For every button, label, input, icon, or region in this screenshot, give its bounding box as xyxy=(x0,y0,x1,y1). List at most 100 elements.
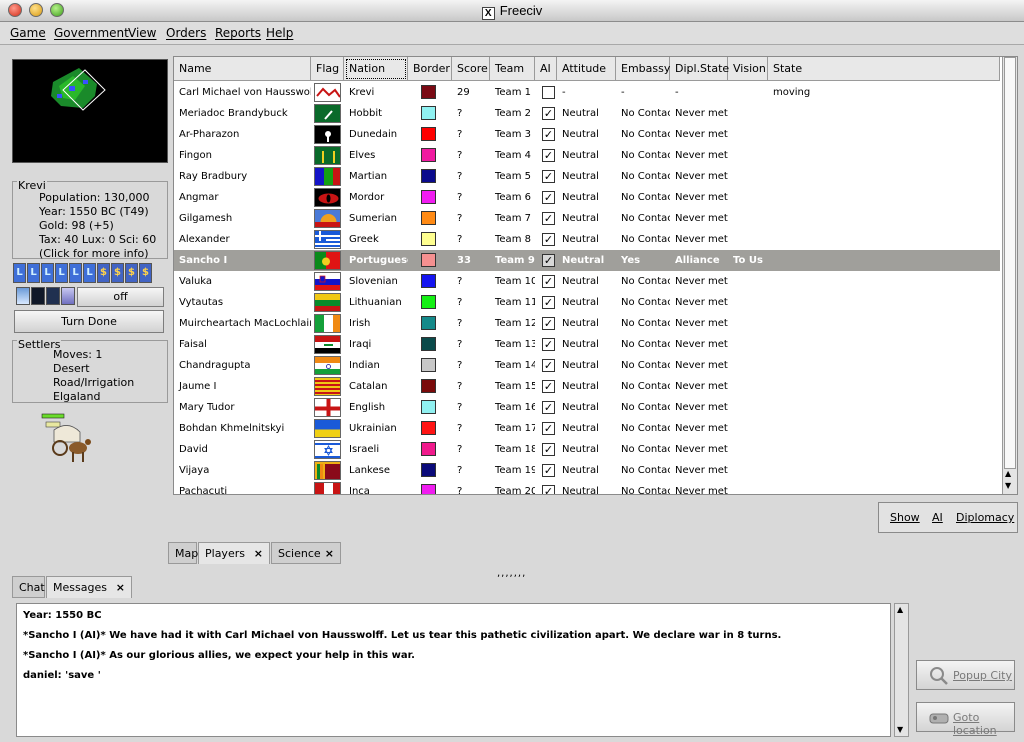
players-scrollbar-thumb[interactable] xyxy=(1004,57,1016,469)
luxury-rate-icon[interactable]: L xyxy=(41,263,54,283)
luxury-rate-icon[interactable]: L xyxy=(69,263,82,283)
column-header-state[interactable]: State xyxy=(768,57,1000,81)
column-header-vision[interactable]: Vision xyxy=(728,57,768,81)
table-row[interactable]: Vytautas Lithuanian? Team 11 ✓ Neutral No Con… xyxy=(174,292,1000,313)
ai-checkbox[interactable] xyxy=(542,86,555,99)
ai-checkbox[interactable]: ✓ xyxy=(542,422,555,435)
settlers-unit-icon[interactable] xyxy=(40,412,96,468)
players-table[interactable]: Name Flag Nation Border Score Team AI At… xyxy=(173,56,1018,495)
luxury-rate-icon[interactable]: L xyxy=(83,263,96,283)
goto-location-button[interactable]: Goto location xyxy=(916,702,1015,737)
ai-checkbox[interactable]: ✓ xyxy=(542,128,555,141)
pane-resize-handle[interactable]: ,,,,,,, xyxy=(497,568,526,579)
table-row[interactable]: Alexander Greek? Team 8 ✓ Neutral No Contact N… xyxy=(174,229,1000,250)
column-header-flag[interactable]: Flag xyxy=(311,57,344,81)
column-header-embassy[interactable]: Embassy xyxy=(616,57,670,81)
close-tab-icon[interactable]: × xyxy=(116,577,125,599)
table-row[interactable]: Gilgamesh Sumerian? Team 7 ✓ Neutral No Conta… xyxy=(174,208,1000,229)
scroll-up-arrow-icon[interactable]: ▲ xyxy=(1005,469,1011,478)
scroll-up-arrow-icon[interactable]: ▲ xyxy=(897,605,903,614)
tab-messages[interactable]: Messages × xyxy=(46,576,132,598)
column-header-ai[interactable]: AI xyxy=(535,57,557,81)
scroll-down-arrow-icon[interactable]: ▼ xyxy=(897,725,903,734)
table-row[interactable]: Pachacuti Inca? Team 20 ✓ Neutral No Contact N… xyxy=(174,481,1000,494)
ai-checkbox[interactable]: ✓ xyxy=(542,107,555,120)
table-row[interactable]: Muircheartach MacLochlainn Irish? Team 12 ✓… xyxy=(174,313,1000,334)
tax-rate-icon[interactable]: $ xyxy=(111,263,124,283)
ai-checkbox[interactable]: ✓ xyxy=(542,254,555,267)
column-header-score[interactable]: Score xyxy=(452,57,490,81)
column-header-attitude[interactable]: Attitude xyxy=(557,57,616,81)
column-header-dipl-state[interactable]: Dipl.State xyxy=(670,57,729,81)
popup-city-button[interactable]: Popup City xyxy=(916,660,1015,690)
messages-scrollbar[interactable]: ▲ ▼ xyxy=(894,603,909,737)
ai-checkbox[interactable]: ✓ xyxy=(542,170,555,183)
ai-checkbox[interactable]: ✓ xyxy=(542,317,555,330)
close-tab-icon[interactable]: × xyxy=(325,543,334,565)
ai-checkbox[interactable]: ✓ xyxy=(542,296,555,309)
messages-log[interactable]: Year: 1550 BC *Sancho I (AI)* We have ha… xyxy=(16,603,891,737)
nation-info-box[interactable]: Krevi Population: 130,000 Year: 1550 BC … xyxy=(12,179,168,260)
ai-checkbox[interactable]: ✓ xyxy=(542,233,555,246)
table-row[interactable]: Carl Michael von Hausswolff Krevi 29 Team 1… xyxy=(174,82,1000,103)
table-row[interactable]: Ar-Pharazon Dunedain? Team 3 ✓ Neutral No Con… xyxy=(174,124,1000,145)
show-button[interactable]: Show xyxy=(890,511,920,524)
column-header-name[interactable]: Name xyxy=(174,57,311,81)
tab-players[interactable]: Players × xyxy=(198,542,270,564)
table-row[interactable]: Sancho I Portuguese 33 Team 9 ✓ Neutral Yes All… xyxy=(174,250,1000,271)
player-state xyxy=(768,292,1000,313)
luxury-rate-icon[interactable]: L xyxy=(13,263,26,283)
unit-info-box: Settlers Moves: 1 Desert Road/Irrigation… xyxy=(12,338,168,403)
menu-reports[interactable]: Reports xyxy=(215,26,261,40)
player-state xyxy=(768,313,1000,334)
ai-button[interactable]: AI xyxy=(932,511,943,524)
overview-minimap[interactable] xyxy=(12,59,168,163)
menu-orders[interactable]: Orders xyxy=(166,26,206,40)
tax-rate-icons[interactable]: L L L L L L $ $ $ $ xyxy=(13,263,152,284)
tax-rate-icon[interactable]: $ xyxy=(97,263,110,283)
ai-checkbox[interactable]: ✓ xyxy=(542,443,555,456)
table-row[interactable]: Angmar Mordor? Team 6 ✓ Neutral No Contact Nev… xyxy=(174,187,1000,208)
table-row[interactable]: Meriadoc Brandybuck Hobbit? Team 2 ✓ Neutral… xyxy=(174,103,1000,124)
tab-chat[interactable]: Chat xyxy=(12,576,45,598)
luxury-rate-icon[interactable]: L xyxy=(27,263,40,283)
table-row[interactable]: David Israeli? Team 18 ✓ Neutral No Contact Ne… xyxy=(174,439,1000,460)
ai-checkbox[interactable]: ✓ xyxy=(542,191,555,204)
tab-map[interactable]: Map xyxy=(168,542,198,564)
players-scrollbar[interactable]: ▲ ▼ xyxy=(1002,57,1017,494)
diplomacy-button[interactable]: Diplomacy xyxy=(956,511,1014,524)
table-row[interactable]: Bohdan Khmelnitskyi Ukrainian? Team 17 ✓ Neu… xyxy=(174,418,1000,439)
ai-checkbox[interactable]: ✓ xyxy=(542,380,555,393)
table-row[interactable]: Mary Tudor English? Team 16 ✓ Neutral No Cont… xyxy=(174,397,1000,418)
scroll-down-arrow-icon[interactable]: ▼ xyxy=(1005,481,1011,490)
close-tab-icon[interactable]: × xyxy=(254,543,263,565)
column-header-border[interactable]: Border xyxy=(408,57,452,81)
ai-checkbox[interactable]: ✓ xyxy=(542,359,555,372)
ai-checkbox[interactable]: ✓ xyxy=(542,401,555,414)
table-row[interactable]: Vijaya Lankese? Team 19 ✓ Neutral No Contact N… xyxy=(174,460,1000,481)
menu-view[interactable]: View xyxy=(128,26,156,40)
tab-science[interactable]: Science × xyxy=(271,542,341,564)
table-row[interactable]: Jaume I Catalan? Team 15 ✓ Neutral No Contact… xyxy=(174,376,1000,397)
ai-checkbox[interactable]: ✓ xyxy=(542,338,555,351)
tax-rate-icon[interactable]: $ xyxy=(125,263,138,283)
column-header-nation[interactable]: Nation xyxy=(344,57,408,81)
timeout-toggle[interactable]: off xyxy=(77,287,164,307)
table-row[interactable]: Faisal Iraqi? Team 13 ✓ Neutral No Contact Nev… xyxy=(174,334,1000,355)
table-row[interactable]: Ray Bradbury Martian? Team 5 ✓ Neutral No Con… xyxy=(174,166,1000,187)
ai-checkbox[interactable]: ✓ xyxy=(542,464,555,477)
luxury-rate-icon[interactable]: L xyxy=(55,263,68,283)
ai-checkbox[interactable]: ✓ xyxy=(542,275,555,288)
table-row[interactable]: Chandragupta Indian? Team 14 ✓ Neutral No Con… xyxy=(174,355,1000,376)
ai-checkbox[interactable]: ✓ xyxy=(542,149,555,162)
table-row[interactable]: Fingon Elves? Team 4 ✓ Neutral No Contact Neve… xyxy=(174,145,1000,166)
tax-rate-icon[interactable]: $ xyxy=(139,263,152,283)
turn-done-button[interactable]: Turn Done xyxy=(14,310,164,333)
menu-help[interactable]: Help xyxy=(266,26,293,40)
menu-game[interactable]: Game xyxy=(10,26,46,40)
menu-government[interactable]: Government xyxy=(54,26,129,40)
ai-checkbox[interactable]: ✓ xyxy=(542,485,555,494)
ai-checkbox[interactable]: ✓ xyxy=(542,212,555,225)
column-header-team[interactable]: Team xyxy=(490,57,535,81)
table-row[interactable]: Valuka Slovenian? Team 10 ✓ Neutral No Contac… xyxy=(174,271,1000,292)
